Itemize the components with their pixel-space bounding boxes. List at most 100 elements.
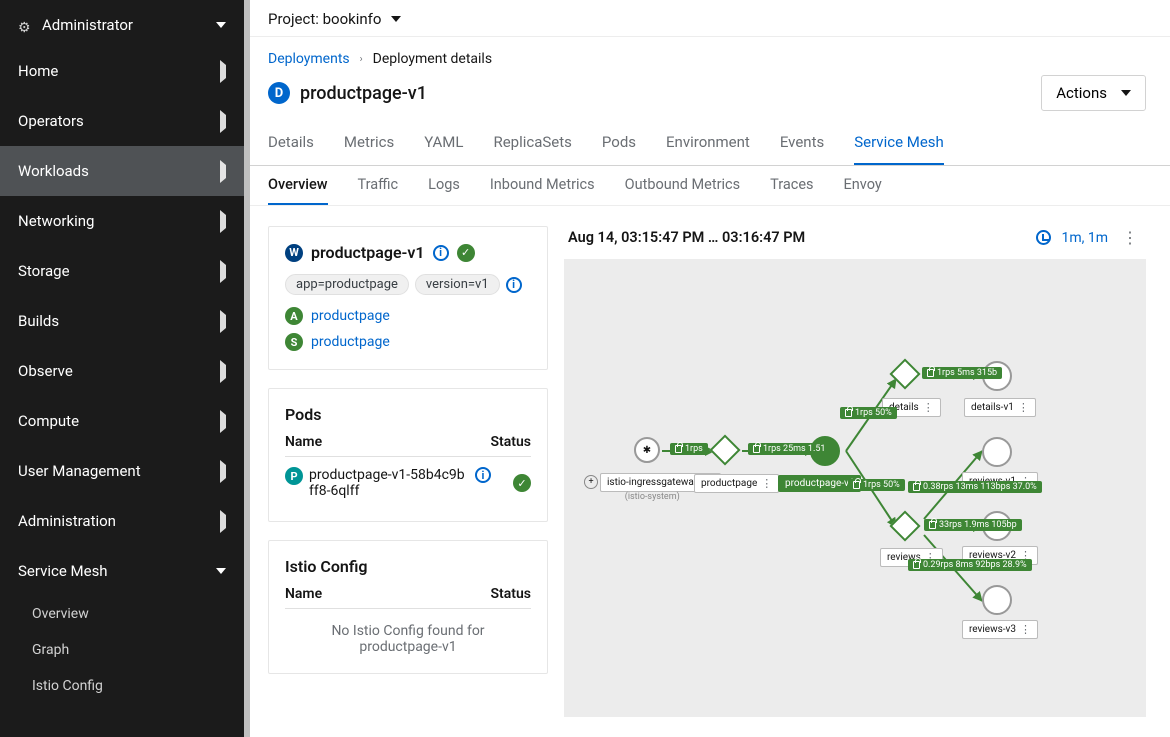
- info-icon[interactable]: i: [506, 277, 522, 293]
- sidebar-item-home[interactable]: Home: [0, 46, 244, 96]
- main-content: Project: bookinfo Deployments › Deployme…: [244, 0, 1170, 737]
- edge-label: 1rps 50%: [840, 407, 897, 419]
- project-selector[interactable]: Project: bookinfo: [244, 0, 1170, 37]
- node-reviews-v3[interactable]: [982, 585, 1012, 615]
- chevron-right-icon: [220, 60, 226, 83]
- tab-service-mesh[interactable]: Service Mesh: [854, 123, 944, 165]
- sidebar-item-administration[interactable]: Administration: [0, 496, 244, 546]
- sidebar-item-compute[interactable]: Compute: [0, 396, 244, 446]
- workload-name: productpage-v1: [311, 243, 425, 262]
- label-chip: version=v1: [415, 274, 500, 295]
- expand-icon[interactable]: +: [584, 475, 598, 489]
- label-details-v1[interactable]: details-v1⋮: [964, 398, 1036, 417]
- graph-range[interactable]: 1m, 1m: [1061, 230, 1108, 246]
- chevron-right-icon: [220, 360, 226, 383]
- istio-empty-text: No Istio Config found for productpage-v1: [285, 609, 531, 655]
- tab-details[interactable]: Details: [268, 123, 314, 165]
- table-row: P productpage-v1-58b4c9bff8-6qlff i ✓: [285, 457, 531, 503]
- pods-heading: Pods: [285, 405, 531, 424]
- kebab-icon[interactable]: ⋮: [1118, 228, 1142, 247]
- node-svc-reviews[interactable]: [889, 510, 920, 541]
- chevron-down-icon: [216, 568, 226, 574]
- lock-icon: [913, 483, 920, 491]
- sidebar-item-storage[interactable]: Storage: [0, 246, 244, 296]
- resource-badge-deployment: D: [268, 82, 290, 104]
- chevron-down-icon: [391, 16, 401, 22]
- subtab-outbound-metrics[interactable]: Outbound Metrics: [625, 166, 741, 205]
- node-reviews-v1[interactable]: [982, 437, 1012, 467]
- label-svc-productpage[interactable]: productpage⋮: [694, 474, 779, 493]
- sidebar-item-observe[interactable]: Observe: [0, 346, 244, 396]
- sidebar-item-service-mesh[interactable]: Service Mesh: [0, 546, 244, 596]
- istio-heading: Istio Config: [285, 557, 531, 576]
- subtab-logs[interactable]: Logs: [428, 166, 460, 205]
- label-reviews-v3[interactable]: reviews-v3⋮: [962, 620, 1038, 639]
- graph-timestamp: Aug 14, 03:15:47 PM … 03:16:47 PM: [568, 229, 805, 246]
- sidebar: Administrator Home Operators Workloads N…: [0, 0, 244, 737]
- chevron-right-icon: [220, 460, 226, 483]
- edge-label: 0.38rps 13ms 113bps 37.0%: [908, 481, 1042, 493]
- tab-pods[interactable]: Pods: [602, 123, 636, 165]
- sidebar-item-workloads[interactable]: Workloads: [0, 146, 244, 196]
- subtab-inbound-metrics[interactable]: Inbound Metrics: [490, 166, 595, 205]
- subtab-overview[interactable]: Overview: [268, 166, 328, 205]
- lock-icon: [929, 521, 936, 529]
- traffic-graph[interactable]: ✱ + istio-ingressgateway⋮ (istio-system)…: [564, 259, 1146, 717]
- lock-icon: [675, 445, 682, 453]
- chevron-right-icon: [220, 260, 226, 283]
- sidebar-item-networking[interactable]: Networking: [0, 196, 244, 246]
- subtab-traces[interactable]: Traces: [770, 166, 813, 205]
- edge-label: 1rps 25ms 1.51: [748, 443, 830, 455]
- workload-summary-card: W productpage-v1 i ✓ app=productpage ver…: [268, 226, 548, 370]
- col-name: Name: [285, 434, 322, 450]
- node-namespace: (istio-system): [584, 492, 721, 502]
- node-svc-details[interactable]: [889, 358, 920, 389]
- lock-icon: [927, 369, 934, 377]
- label-chip: app=productpage: [285, 274, 409, 295]
- breadcrumb-current: Deployment details: [373, 51, 492, 67]
- persona-label: Administrator: [42, 16, 133, 34]
- secondary-tabs: Overview Traffic Logs Inbound Metrics Ou…: [244, 166, 1170, 206]
- node-unknown[interactable]: ✱: [634, 437, 660, 463]
- tab-metrics[interactable]: Metrics: [344, 123, 394, 165]
- project-label: Project: bookinfo: [268, 10, 381, 28]
- col-status: Status: [491, 586, 531, 602]
- link-app-productpage[interactable]: productpage: [311, 308, 390, 324]
- sidebar-subitem-graph[interactable]: Graph: [0, 632, 244, 668]
- info-icon[interactable]: i: [433, 245, 449, 261]
- istio-config-card: Istio Config Name Status No Istio Config…: [268, 540, 548, 674]
- pods-card: Pods Name Status P productpage-v1-58b4c9…: [268, 388, 548, 522]
- sidebar-scrollbar[interactable]: [244, 0, 250, 737]
- lock-icon: [753, 445, 760, 453]
- col-status: Status: [491, 434, 531, 450]
- chevron-down-icon: [216, 22, 226, 28]
- app-badge: A: [285, 307, 303, 325]
- node-svc-productpage[interactable]: [709, 434, 740, 465]
- tab-environment[interactable]: Environment: [666, 123, 750, 165]
- edge-label: 0.29rps 8ms 92bps 28.9%: [908, 559, 1032, 571]
- tab-yaml[interactable]: YAML: [424, 123, 463, 165]
- page-title: productpage-v1: [300, 83, 427, 104]
- tab-replicasets[interactable]: ReplicaSets: [493, 123, 571, 165]
- workload-badge: W: [285, 244, 303, 262]
- lock-icon: [845, 409, 852, 417]
- sidebar-subitem-overview[interactable]: Overview: [0, 596, 244, 632]
- sidebar-item-builds[interactable]: Builds: [0, 296, 244, 346]
- link-svc-productpage[interactable]: productpage: [311, 334, 390, 350]
- breadcrumb-link-deployments[interactable]: Deployments: [268, 51, 350, 67]
- tab-events[interactable]: Events: [780, 123, 824, 165]
- sidebar-subitem-istio-config[interactable]: Istio Config: [0, 668, 244, 704]
- persona-switcher[interactable]: Administrator: [0, 0, 244, 46]
- chevron-right-icon: [220, 310, 226, 333]
- subtab-traffic[interactable]: Traffic: [358, 166, 399, 205]
- sidebar-item-operators[interactable]: Operators: [0, 96, 244, 146]
- chevron-right-icon: [220, 210, 226, 233]
- subtab-envoy[interactable]: Envoy: [844, 166, 882, 205]
- sidebar-item-user-management[interactable]: User Management: [0, 446, 244, 496]
- info-icon[interactable]: i: [475, 467, 491, 483]
- chevron-right-icon: [220, 160, 226, 183]
- actions-button[interactable]: Actions: [1041, 75, 1146, 111]
- col-name: Name: [285, 586, 322, 602]
- edge-label: 1rps: [670, 443, 708, 455]
- clock-icon: [1036, 230, 1051, 245]
